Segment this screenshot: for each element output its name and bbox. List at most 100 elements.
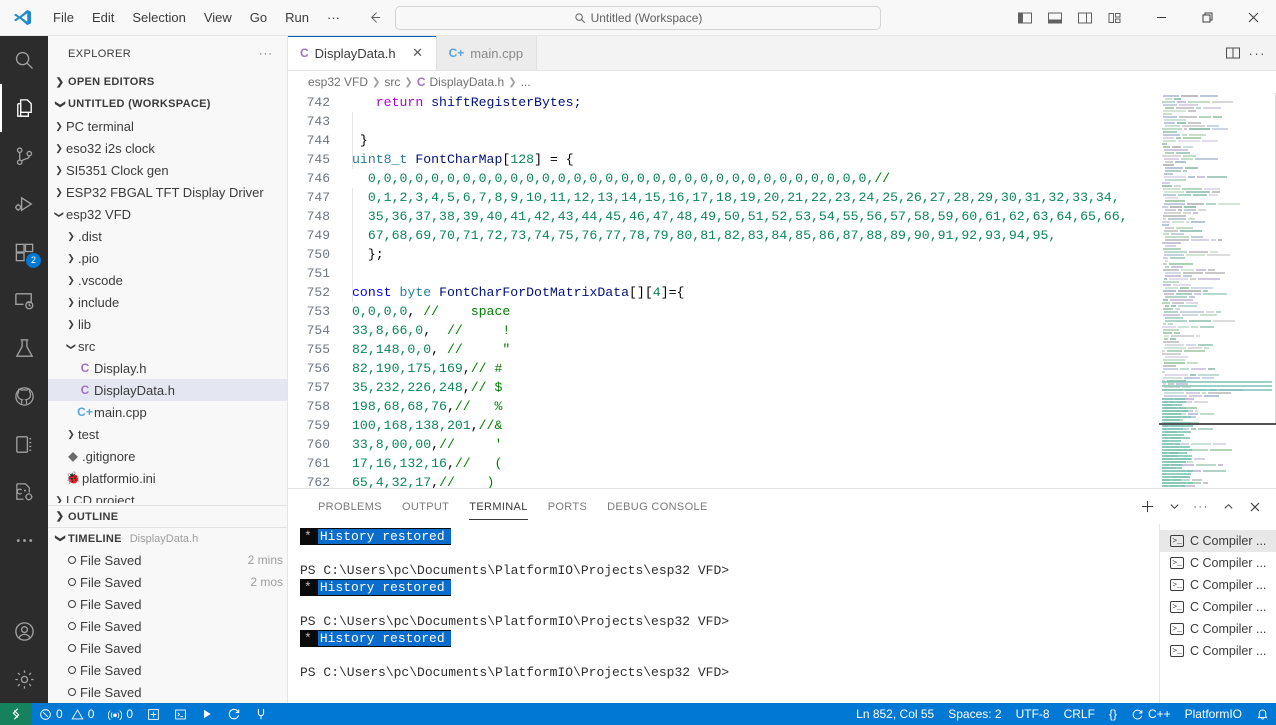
status-platformio-home[interactable] [140,703,167,725]
tree-item[interactable]: C+ main.cpp [48,401,287,423]
activity-item-explorer[interactable] [0,84,48,132]
command-center[interactable]: Untitled (Workspace) [395,5,881,30]
timeline-item[interactable]: File Saved 2 mos [48,571,287,593]
timeline-item[interactable]: File Saved [48,593,287,615]
breadcrumb-item-file[interactable]: DisplayData.h [429,75,504,89]
menu-edit[interactable]: Edit [83,6,123,30]
back-arrow-icon[interactable] [367,10,382,25]
tree-item[interactable]: ❯ SI5351 Clock gen [48,159,287,181]
status-language-mode[interactable]: C++ [1124,703,1178,725]
activity-item-extensions[interactable]: 2 [0,228,48,276]
status-platformio-terminal[interactable] [167,703,194,725]
status-notifications[interactable] [1249,703,1276,725]
activity-item-book[interactable] [0,420,48,468]
status-platformio-upload[interactable] [194,703,220,725]
tree-item[interactable]: ❯ .pio [48,247,287,269]
tree-item[interactable]: C DisplayData.h [48,379,287,401]
tree-item[interactable]: ❯ esp32 VFD [48,203,287,225]
tree-item[interactable]: ◆ .gitignore [48,445,287,467]
tree-item[interactable]: ❯ .vscode [48,269,287,291]
activity-item-search[interactable] [0,36,48,84]
tree-item[interactable]: ❯ lib [48,313,287,335]
status-platformio-serial-monitor[interactable] [248,703,274,725]
terminal-list-item[interactable]: >_ C Compiler ... [1160,552,1276,574]
tree-item[interactable]: ❯ test [48,423,287,445]
terminal-output[interactable]: * History restored PS C:\Users\pc\Documen… [288,524,1159,703]
tree-item[interactable]: ❯ PC terminal [48,115,287,137]
status-cursor-position[interactable]: Ln 852, Col 55 [849,703,941,725]
window-minimize-button[interactable] [1138,0,1184,35]
minimap-scrollbar-track[interactable] [1159,423,1276,425]
menu-file[interactable]: File [44,6,83,30]
tree-item[interactable]: ❯ eso32 i2s clock [48,137,287,159]
activity-item-github[interactable] [0,372,48,420]
menu-selection[interactable]: Selection [123,6,194,30]
tab-displaydata-h[interactable]: C DisplayData.h ✕ [288,36,437,70]
window-close-button[interactable] [1230,0,1276,35]
timeline-item[interactable]: File Saved [48,659,287,681]
status-problems[interactable]: 0 0 [32,703,101,725]
close-icon[interactable]: ✕ [410,45,426,61]
tab-debug-console[interactable]: DEBUG CONSOLE [597,489,718,524]
tree-item[interactable]: C Display.h [48,357,287,379]
timeline-item[interactable]: File Saved [48,615,287,637]
tree-item[interactable]: ❯ LCD project [48,489,287,504]
terminal-list-item[interactable]: >_ C Compiler ... [1160,574,1276,596]
status-indentation[interactable]: Spaces: 2 [941,703,1008,725]
activity-item-source-control[interactable] [0,132,48,180]
section-outline[interactable]: ❯ OUTLINE [48,505,287,527]
terminal-list-item[interactable]: >_ C Compiler ... [1160,640,1276,662]
minimap[interactable] [1159,93,1276,488]
tree-item[interactable]: ❯ src [48,335,287,357]
status-extension-platformio[interactable]: PlatformIO [1178,703,1249,725]
toggle-panel-icon[interactable] [1042,5,1068,31]
breadcrumb-item-src[interactable]: src [384,75,400,89]
activity-item-manage-settings[interactable] [0,655,48,703]
activity-item-remote-explorer[interactable] [0,276,48,324]
status-eol[interactable]: CRLF [1057,703,1102,725]
menu-run[interactable]: Run [276,6,318,30]
activity-item-cpp-config[interactable] [0,468,48,516]
activity-item-run-and-debug[interactable] [0,180,48,228]
toggle-primary-sidebar-icon[interactable] [1012,5,1038,31]
close-panel-icon[interactable] [1244,496,1266,518]
status-platformio-clean[interactable] [220,703,248,725]
tab-problems[interactable]: PROBLEMS [308,489,392,524]
activity-item-testing[interactable] [0,324,48,372]
section-timeline[interactable]: ❯ TIMELINE DisplayData.h [48,527,287,549]
breadcrumb-item-symbol[interactable]: ... [521,75,531,89]
status-ports[interactable]: 0 [101,703,140,725]
tab-ports[interactable]: PORTS [538,489,597,524]
menu-view[interactable]: View [195,6,241,30]
tree-item[interactable]: ❯ ESP32 FBGAL TFT Display Driver [48,181,287,203]
status-remote-indicator[interactable] [0,703,32,725]
tree-item[interactable]: ❯ .dist [48,225,287,247]
status-brackets[interactable]: {} [1102,703,1124,725]
timeline-item[interactable]: File Saved 2 mins [48,549,287,571]
menu-go[interactable]: Go [241,6,276,30]
timeline-item[interactable]: File Saved [48,681,287,703]
tree-item[interactable]: ❯ include [48,291,287,313]
toggle-secondary-sidebar-icon[interactable] [1072,5,1098,31]
activity-item-accounts[interactable] [0,607,48,655]
tree-item[interactable]: 🐞 platformio.ini [48,467,287,489]
new-terminal-icon[interactable] [1136,496,1158,518]
tab-output[interactable]: OUTPUT [392,489,459,524]
tab-main-cpp[interactable]: C+ main.cpp [436,36,537,70]
timeline-item[interactable]: File Saved [48,637,287,659]
chevron-down-icon[interactable] [1163,496,1185,518]
section-open-editors[interactable]: ❯ OPEN EDITORS [48,71,287,93]
terminal-list-item[interactable]: >_ C Compiler ... [1160,618,1276,640]
terminal-list-item[interactable]: >_ C Compiler ... [1160,530,1276,552]
more-actions-icon[interactable]: ··· [1249,46,1267,61]
code-editor[interactable]: 742 return shiftRegisterBytes; 743 744 } 74… [288,93,1159,488]
panel-more-actions-icon[interactable]: ··· [1190,496,1212,518]
section-workspace[interactable]: ❯ UNTITLED (WORKSPACE) [48,93,287,115]
tab-terminal[interactable]: TERMINAL [459,489,537,524]
menu-more[interactable]: ··· [318,6,349,30]
breadcrumb-item-project[interactable]: esp32 VFD [308,75,368,89]
maximize-panel-icon[interactable] [1217,496,1239,518]
window-restore-button[interactable] [1184,0,1230,35]
status-encoding[interactable]: UTF-8 [1009,703,1057,725]
activity-item-more-views[interactable] [0,516,48,564]
